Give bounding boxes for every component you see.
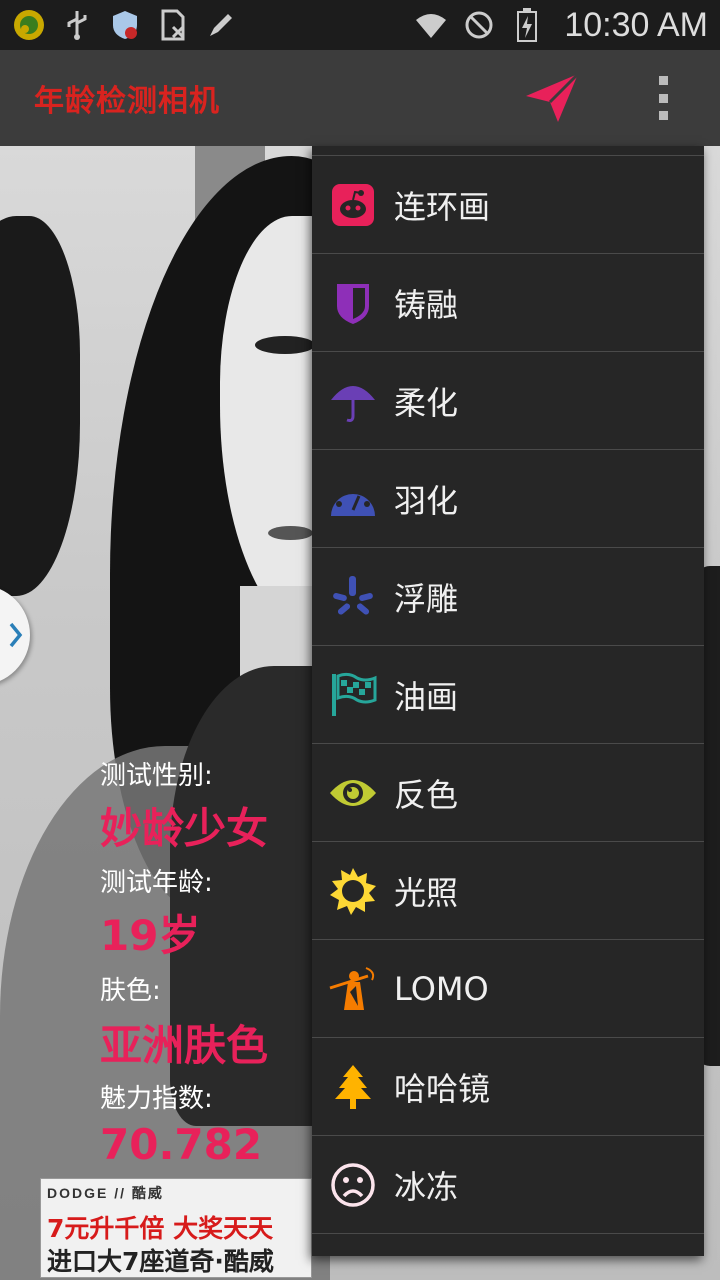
menu-item-emboss[interactable]: 浮雕	[312, 548, 704, 646]
sim-icon	[156, 8, 190, 42]
menu-item-lomo[interactable]: LOMO	[312, 940, 704, 1038]
menu-item-casting[interactable]: 铸融	[312, 254, 704, 352]
charm-label: 魅力指数:	[100, 1084, 213, 1114]
yelp-icon	[328, 572, 378, 622]
charm-value: 70.782	[100, 1120, 263, 1169]
menu-item-label: 油画	[394, 677, 459, 716]
frown-icon	[328, 1160, 378, 1210]
skin-label: 肤色:	[100, 976, 161, 1006]
clock: 10:30 AM	[564, 5, 708, 44]
usb-icon	[60, 8, 94, 42]
chevron-right-icon	[9, 622, 23, 648]
menu-item-label: LOMO	[394, 969, 489, 1008]
menu-item-label: 柔化	[394, 383, 459, 422]
menu-item-label: 冰冻	[394, 1167, 459, 1206]
filter-menu: 连环画 铸融 柔化 羽化 浮雕 油画 反色 光照 LOMO 哈哈镜 冰冻	[312, 146, 704, 1256]
menu-item-label: 反色	[394, 775, 459, 814]
menu-item-label: 连环画	[394, 187, 491, 226]
menu-item-comic[interactable]: 连环画	[312, 156, 704, 254]
umbrella-icon	[328, 376, 378, 426]
soldier-icon	[328, 964, 378, 1014]
ad-banner[interactable]: DODGE // 酷威 7元升千倍 大奖天天 进口大7座道奇·酷威	[40, 1178, 312, 1278]
tree-icon	[328, 1062, 378, 1112]
app-title: 年龄检测相机	[34, 84, 220, 119]
block-icon	[462, 8, 496, 42]
age-value: 19岁	[100, 911, 201, 960]
eye-icon	[328, 768, 378, 818]
menu-item-feather[interactable]: 羽化	[312, 450, 704, 548]
menu-item-label: 铸融	[394, 285, 459, 324]
menu-item-partial[interactable]	[312, 1234, 704, 1256]
badge-icon	[328, 278, 378, 328]
reddit-icon	[328, 180, 378, 230]
menu-item-lighting[interactable]: 光照	[312, 842, 704, 940]
ad-brand: DODGE // 酷威	[47, 1185, 164, 1201]
skin-value: 亚洲肤色	[100, 1021, 269, 1070]
action-bar: 年龄检测相机	[0, 50, 720, 146]
menu-item-label: 浮雕	[394, 579, 459, 618]
menu-item-freeze[interactable]: 冰冻	[312, 1136, 704, 1234]
music-app-icon	[12, 8, 46, 42]
age-label: 测试年龄:	[100, 868, 213, 898]
dashboard-icon	[328, 474, 378, 524]
menu-item-oil-painting[interactable]: 油画	[312, 646, 704, 744]
menu-item-soften[interactable]: 柔化	[312, 352, 704, 450]
menu-item-label: 哈哈镜	[394, 1069, 491, 1108]
shield-icon	[108, 8, 142, 42]
wifi-icon	[414, 8, 448, 42]
menu-item-label: 光照	[394, 873, 459, 912]
ad-headline: 7元升千倍 大奖天天	[47, 1214, 274, 1243]
battery-icon	[510, 8, 544, 42]
flag-checkered-icon	[328, 670, 378, 720]
send-icon[interactable]	[524, 72, 580, 124]
menu-item-invert[interactable]: 反色	[312, 744, 704, 842]
status-bar: 10:30 AM	[0, 0, 720, 50]
gender-value: 妙龄少女	[100, 804, 269, 853]
gender-label: 测试性别:	[100, 761, 213, 791]
menu-item-funhouse-mirror[interactable]: 哈哈镜	[312, 1038, 704, 1136]
sun-icon	[328, 866, 378, 916]
ad-subline: 进口大7座道奇·酷威	[47, 1247, 274, 1276]
menu-item-label: 羽化	[394, 481, 459, 520]
edit-icon	[204, 8, 238, 42]
overflow-menu-icon[interactable]	[650, 76, 676, 120]
